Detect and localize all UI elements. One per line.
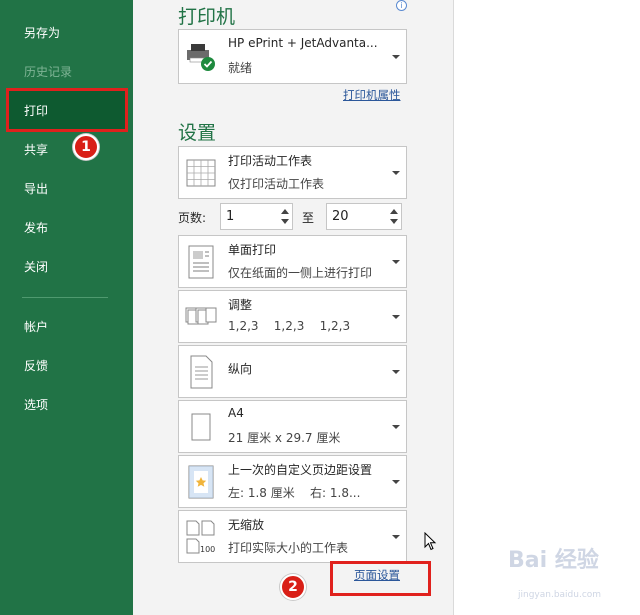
sidebar-item-save-as[interactable]: 另存为 (24, 24, 60, 41)
print-scope-subtitle: 仅打印活动工作表 (228, 177, 325, 191)
info-icon[interactable]: i (396, 0, 407, 11)
sidebar-item-history: 历史记录 (24, 65, 73, 79)
print-sides-subtitle: 仅在纸面的一侧上进行打印 (228, 266, 373, 280)
chevron-down-icon (392, 259, 400, 264)
chevron-down-icon (392, 534, 400, 539)
sidebar-item-share[interactable]: 共享 (24, 141, 48, 158)
collate-subtitle: 1,2,3 1,2,3 1,2,3 (228, 319, 351, 333)
paper-size-title: A4 (228, 406, 244, 420)
baidu-watermark: Bai 经验 (508, 548, 599, 573)
collate-dropdown[interactable]: 调整 1,2,3 1,2,3 1,2,3 (178, 290, 407, 343)
stepper-arrows-icon[interactable] (280, 207, 290, 227)
margins-icon (188, 465, 214, 498)
sidebar-item-export[interactable]: 导出 (24, 180, 48, 197)
portrait-page-icon (190, 355, 213, 388)
printer-heading: 打印机 (178, 6, 236, 28)
pages-to-label: 至 (302, 211, 315, 225)
chevron-down-icon (392, 369, 400, 374)
orientation-dropdown[interactable]: 纵向 (178, 345, 407, 398)
settings-heading: 设置 (178, 122, 217, 144)
annotation-badge-1: 1 (73, 134, 99, 160)
pages-to-stepper[interactable]: 20 (326, 203, 402, 230)
chevron-down-icon (392, 424, 400, 429)
printer-status: 就绪 (228, 61, 253, 75)
pages-from-stepper[interactable]: 1 (220, 203, 293, 230)
print-preview-area (453, 0, 640, 615)
sidebar-item-close[interactable]: 关闭 (24, 258, 48, 275)
annotation-box-2 (330, 561, 431, 596)
scaling-subtitle: 打印实际大小的工作表 (228, 541, 349, 555)
sidebar-item-options[interactable]: 选项 (24, 396, 48, 413)
baidu-watermark-url: jingyan.baidu.com (518, 590, 602, 600)
chevron-down-icon (392, 170, 400, 175)
chevron-down-icon (392, 314, 400, 319)
scaling-title: 无缩放 (228, 518, 265, 532)
annotation-box-1 (6, 88, 128, 132)
sidebar-item-publish[interactable]: 发布 (24, 219, 48, 236)
print-scope-dropdown[interactable]: 打印活动工作表 仅打印活动工作表 (178, 146, 407, 199)
margins-title: 上一次的自定义页边距设置 (228, 463, 373, 477)
collate-icon (185, 307, 217, 324)
margins-dropdown[interactable]: 上一次的自定义页边距设置 左: 1.8 厘米 右: 1.8... (178, 455, 407, 508)
pages-label: 页数: (178, 211, 207, 225)
single-sided-icon (188, 245, 214, 278)
pages-to-value: 20 (332, 209, 349, 224)
printer-dropdown[interactable]: HP ePrint + JetAdvanta... 就绪 (178, 29, 407, 84)
print-scope-title: 打印活动工作表 (228, 154, 313, 168)
paper-size-icon (191, 413, 211, 440)
print-sides-dropdown[interactable]: 单面打印 仅在纸面的一侧上进行打印 (178, 235, 407, 288)
scaling-icon-text: 100 (200, 545, 215, 554)
stepper-arrows-icon[interactable] (389, 207, 399, 227)
scaling-dropdown[interactable]: 100 无缩放 打印实际大小的工作表 (178, 510, 407, 563)
sidebar-divider (22, 297, 108, 298)
orientation-title: 纵向 (228, 362, 253, 376)
worksheet-icon (186, 159, 216, 186)
printer-ready-icon (187, 43, 215, 71)
chevron-down-icon (392, 54, 400, 59)
collate-title: 调整 (228, 298, 253, 312)
annotation-badge-2: 2 (280, 574, 306, 600)
mouse-cursor-icon (424, 532, 437, 551)
chevron-down-icon (392, 479, 400, 484)
pages-from-value: 1 (226, 209, 235, 224)
printer-properties-link[interactable]: 打印机属性 (343, 87, 401, 103)
no-scaling-icon: 100 (186, 520, 215, 554)
sidebar-item-account[interactable]: 帐户 (24, 318, 48, 335)
print-sides-title: 单面打印 (228, 243, 277, 257)
printer-name: HP ePrint + JetAdvanta... (228, 36, 378, 50)
margins-subtitle: 左: 1.8 厘米 右: 1.8... (228, 486, 361, 500)
sidebar-item-feedback[interactable]: 反馈 (24, 357, 48, 374)
paper-size-subtitle: 21 厘米 x 29.7 厘米 (228, 431, 341, 445)
paper-size-dropdown[interactable]: A4 21 厘米 x 29.7 厘米 (178, 400, 407, 453)
